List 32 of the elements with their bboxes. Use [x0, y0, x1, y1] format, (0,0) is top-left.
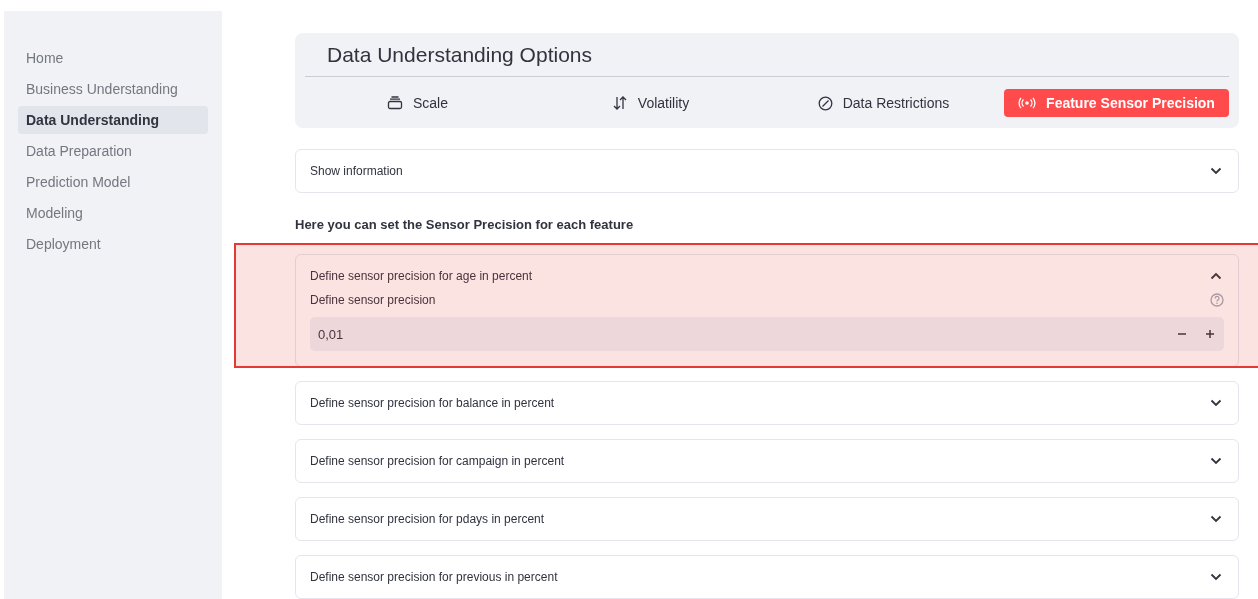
- number-input[interactable]: 0,01: [310, 326, 1168, 342]
- expander-header[interactable]: Define sensor precision for pdays in percent: [296, 498, 1238, 540]
- nav-link[interactable]: Data Understanding: [18, 106, 208, 134]
- nav-link[interactable]: Modeling: [18, 199, 208, 227]
- section-heading: Here you can set the Sensor Precision for each feature: [295, 217, 635, 232]
- prohibited-icon: [817, 95, 833, 111]
- option-tab[interactable]: Data Restrictions: [771, 89, 996, 117]
- nav-link[interactable]: Data Preparation: [18, 137, 208, 165]
- number-field[interactable]: 0,01: [310, 317, 1224, 351]
- up-down-arrows-icon: [611, 96, 628, 110]
- plus-icon: [1205, 329, 1215, 339]
- option-tab[interactable]: Volatility: [538, 89, 763, 117]
- broadcast-icon: [1018, 97, 1037, 109]
- chevron-down-icon: [1210, 167, 1222, 175]
- field-label: Define sensor precision: [310, 293, 436, 307]
- option-tab[interactable]: Scale: [305, 89, 530, 117]
- chevron-up-icon: [1210, 272, 1222, 280]
- chevron-down-icon: [1210, 457, 1222, 465]
- expander-header[interactable]: Define sensor precision for balance in percent: [296, 382, 1238, 424]
- nav-link[interactable]: Prediction Model: [18, 168, 208, 196]
- chevron-down-icon: [1210, 573, 1222, 581]
- nav-link[interactable]: Home: [18, 44, 208, 72]
- nav-link[interactable]: Business Understanding: [18, 75, 208, 103]
- help-icon[interactable]: [1210, 293, 1224, 307]
- chevron-down-icon: [1210, 515, 1222, 523]
- tray-icon: [387, 96, 403, 110]
- expander-header[interactable]: Show information: [296, 150, 1238, 192]
- expander-header[interactable]: Define sensor precision for campaign in percent: [296, 440, 1238, 482]
- expander-header[interactable]: Define sensor precision for previous in percent: [296, 556, 1238, 598]
- nav-link[interactable]: Deployment: [18, 230, 208, 258]
- panel-title: Data Understanding Options: [305, 43, 1229, 77]
- chevron-down-icon: [1210, 399, 1222, 407]
